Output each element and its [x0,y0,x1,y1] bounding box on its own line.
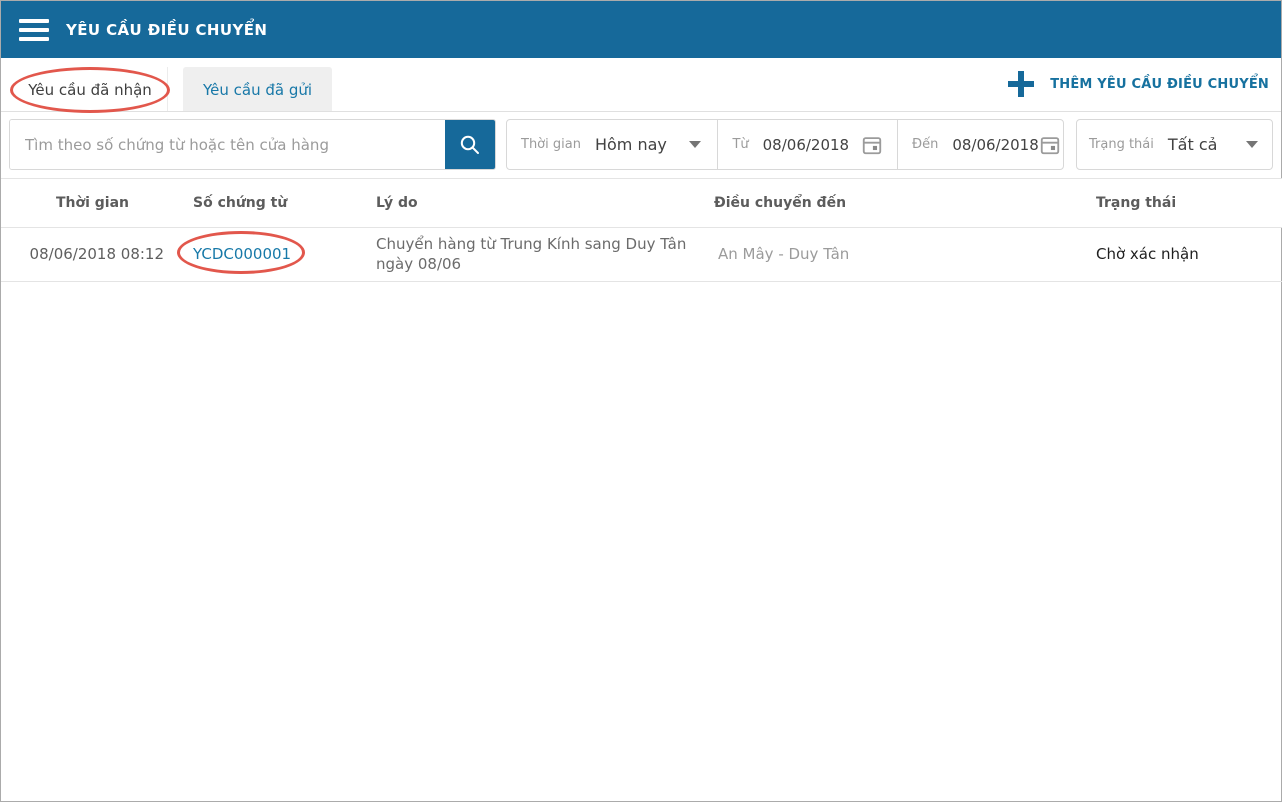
cell-time: 08/06/2018 08:12 [1,228,171,282]
time-range-label: Thời gian [521,137,581,152]
page: YÊU CẦU ĐIỀU CHUYỂN Yêu cầu đã nhận Yêu … [0,0,1282,802]
transfer-request-table: Thời gian Số chứng từ Lý do Điều chuyển … [1,178,1282,282]
column-header-destination: Điều chuyển đến [708,179,1086,228]
menu-icon[interactable] [19,19,49,41]
date-to-field[interactable]: Đến 08/06/2018 [898,120,1063,169]
search-input[interactable] [10,120,445,169]
table-header-row: Thời gian Số chứng từ Lý do Điều chuyển … [1,179,1282,228]
time-range-value: Hôm nay [595,135,667,154]
cell-status: Chờ xác nhận [1086,228,1282,282]
cell-doc-no: YCDC000001 [171,228,361,282]
status-filter-label: Trạng thái [1089,137,1154,152]
chevron-down-icon [1246,141,1258,148]
date-from-value: 08/06/2018 [763,136,849,154]
cell-destination: An Mây - Duy Tân [708,228,1086,282]
tab-received[interactable]: Yêu cầu đã nhận [13,67,168,112]
column-header-reason: Lý do [361,179,708,228]
calendar-icon[interactable] [861,134,883,156]
calendar-icon[interactable] [1039,134,1061,156]
search-icon [458,133,482,157]
search-bar [9,119,496,170]
tabs-divider [1,111,1281,112]
chevron-down-icon [689,141,701,148]
date-from-label: Từ [732,137,748,152]
status-dropdown[interactable]: Trạng thái Tất cả [1076,119,1273,170]
search-button[interactable] [445,120,495,169]
column-header-time: Thời gian [1,179,171,228]
date-to-value: 08/06/2018 [952,136,1038,154]
column-header-doc-no: Số chứng từ [171,179,361,228]
document-number-link[interactable]: YCDC000001 [193,245,291,263]
date-to-label: Đến [912,137,938,152]
column-header-status: Trạng thái [1086,179,1282,228]
table-row[interactable]: 08/06/2018 08:12 YCDC000001 Chuyển hàng … [1,228,1282,282]
tab-sent[interactable]: Yêu cầu đã gửi [183,67,332,112]
status-filter-value: Tất cả [1168,135,1218,154]
add-transfer-request-button[interactable]: THÊM YÊU CẦU ĐIỀU CHUYỂN [1008,69,1269,99]
page-title: YÊU CẦU ĐIỀU CHUYỂN [66,21,267,39]
cell-reason: Chuyển hàng từ Trung Kính sang Duy Tân n… [361,228,708,282]
add-button-label: THÊM YÊU CẦU ĐIỀU CHUYỂN [1050,77,1269,92]
date-filter-group: Thời gian Hôm nay Từ 08/06/2018 Đến 08/0… [506,119,1064,170]
plus-icon [1008,71,1034,97]
time-range-dropdown[interactable]: Thời gian Hôm nay [507,120,717,169]
date-from-field[interactable]: Từ 08/06/2018 [718,120,897,169]
app-header: YÊU CẦU ĐIỀU CHUYỂN [1,1,1281,58]
